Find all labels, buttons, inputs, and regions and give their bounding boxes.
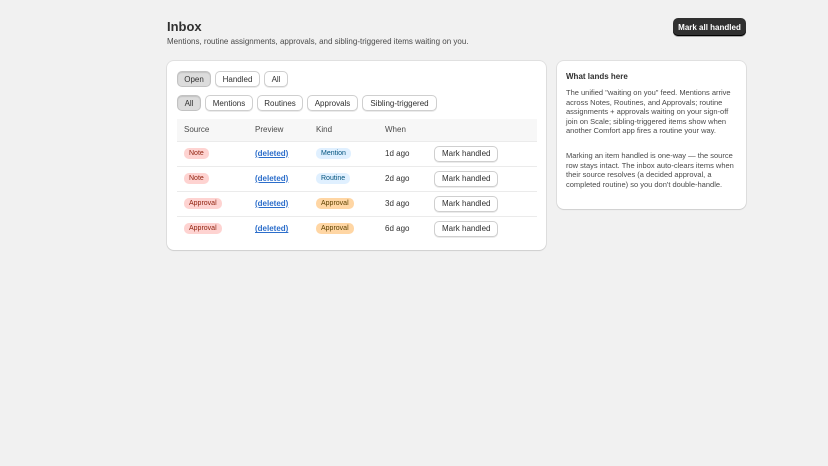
kind-badge: Mention [316,148,351,159]
preview-link[interactable]: (deleted) [255,224,288,233]
status-filter-group: Open Handled All [177,71,288,87]
when-cell: 1d ago [378,140,427,166]
mark-handled-button[interactable]: Mark handled [434,195,499,212]
type-filter-routines[interactable]: Routines [257,95,303,111]
status-filter-all[interactable]: All [264,71,288,87]
column-header-source[interactable]: Source [177,119,248,141]
page-title: Inbox [167,19,202,34]
when-cell: 3d ago [378,190,427,216]
status-filter-open[interactable]: Open [177,71,211,87]
preview-link[interactable]: (deleted) [255,199,288,208]
column-header-actions [427,119,537,141]
source-badge: Approval [184,198,222,209]
type-filter-sibling-triggered[interactable]: Sibling-triggered [362,95,437,111]
info-card-paragraph: Marking an item handled is one-way — the… [566,151,734,189]
preview-link[interactable]: (deleted) [255,174,288,183]
page-subtitle: Mentions, routine assignments, approvals… [167,37,469,46]
kind-badge: Approval [316,198,354,209]
page-header: Inbox Mentions, routine assignments, app… [167,18,746,48]
info-card-paragraph: The unified "waiting on you" feed. Menti… [566,88,731,136]
type-filter-all[interactable]: All [177,95,201,111]
mark-handled-button[interactable]: Mark handled [434,220,499,237]
mark-handled-button[interactable]: Mark handled [434,145,499,162]
source-badge: Approval [184,223,222,235]
type-filter-mentions[interactable]: Mentions [205,95,253,111]
info-card-title: What lands here [566,72,628,81]
column-header-when[interactable]: When [378,119,427,141]
kind-badge: Routine [316,173,351,184]
when-cell: 6d ago [378,215,427,241]
preview-link[interactable]: (deleted) [255,149,288,158]
inbox-card: Open Handled All All Mentions Routines A… [167,61,546,250]
mark-handled-button[interactable]: Mark handled [434,170,499,187]
inbox-table: Source Preview Kind When Note (deleted) … [177,119,537,241]
table-row: Note (deleted) Mention 1d ago Mark handl… [177,140,537,166]
table-header-row: Source Preview Kind When [177,119,537,141]
table-row: Approval (deleted) Approval 6d ago Mark … [177,215,537,241]
column-header-preview[interactable]: Preview [248,119,309,141]
info-card: What lands here The unified "waiting on … [557,61,746,209]
column-header-kind[interactable]: Kind [309,119,378,141]
source-badge: Note [184,148,209,159]
source-badge: Note [184,173,209,184]
type-filter-group: All Mentions Routines Approvals Sibling-… [177,95,437,111]
table-row: Note (deleted) Routine 2d ago Mark handl… [177,165,537,191]
type-filter-approvals[interactable]: Approvals [307,95,358,111]
table-row: Approval (deleted) Approval 3d ago Mark … [177,190,537,216]
mark-all-handled-button[interactable]: Mark all handled [673,18,746,36]
kind-badge: Approval [316,223,354,235]
when-cell: 2d ago [378,165,427,191]
status-filter-handled[interactable]: Handled [215,71,260,87]
